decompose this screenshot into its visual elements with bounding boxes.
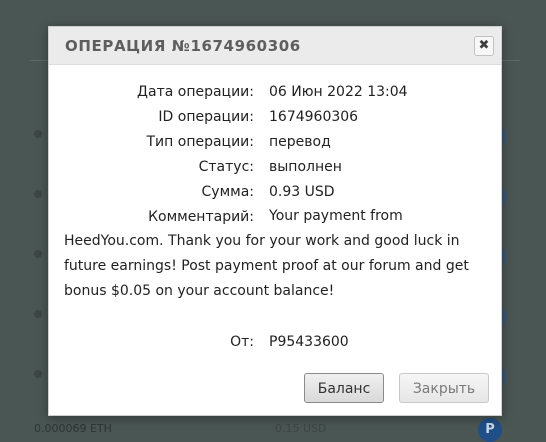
status-value: выполнен <box>269 159 342 175</box>
dialog-titlebar: ОПЕРАЦИЯ №1674960306 ✖ <box>49 27 501 65</box>
date-value: 06 Июн 2022 13:04 <box>269 84 408 100</box>
from-label: От: <box>230 334 254 350</box>
status-label: Статус: <box>198 159 254 175</box>
bg-bullet <box>34 190 42 198</box>
bg-amount-text: 0.000069 ETH <box>34 422 112 435</box>
from-value: P95433600 <box>269 334 349 350</box>
close-icon[interactable]: ✖ <box>474 36 494 56</box>
operation-dialog: ОПЕРАЦИЯ №1674960306 ✖ Дата операции: 06… <box>48 26 502 416</box>
payeer-icon[interactable]: P <box>478 418 502 442</box>
amount-value: 0.93 USD <box>269 184 335 200</box>
bg-bullet <box>34 370 42 378</box>
bg-bullet <box>34 310 42 318</box>
comment-text: Your payment from HeedYou.com. Thank you… <box>64 208 469 299</box>
operation-type-value: перевод <box>269 134 331 150</box>
balance-button[interactable]: Баланс <box>304 373 384 403</box>
amount-label: Сумма: <box>201 184 254 200</box>
close-button[interactable]: Закрыть <box>399 373 489 403</box>
operation-id-label: ID операции: <box>158 109 254 125</box>
operation-id-value: 1674960306 <box>269 109 359 125</box>
bg-amount-usd: 0.15 USD <box>275 422 327 435</box>
dialog-title: ОПЕРАЦИЯ №1674960306 <box>65 37 301 55</box>
bg-bullet <box>34 250 42 258</box>
bg-bottom-row: 0.000069 ETH 0.15 USD P <box>0 414 546 442</box>
operation-type-label: Тип операции: <box>146 134 255 150</box>
bg-bullet <box>34 130 42 138</box>
date-label: Дата операции: <box>137 84 254 100</box>
